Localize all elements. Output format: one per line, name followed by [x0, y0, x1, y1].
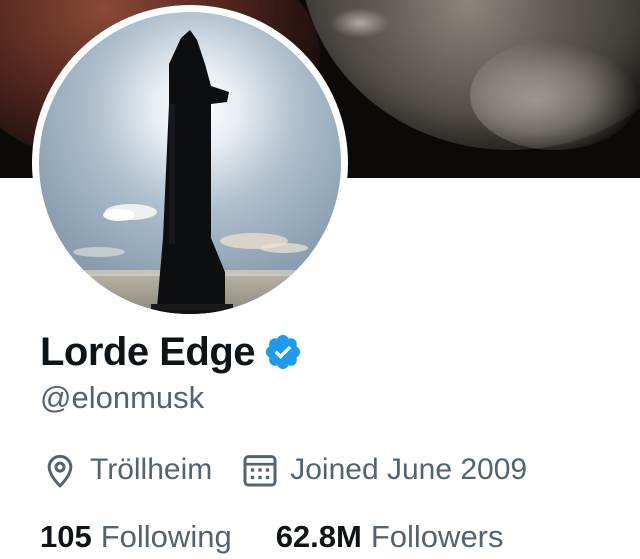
followers-label: Followers [370, 519, 504, 554]
verified-badge-icon[interactable] [263, 332, 303, 372]
joined-date-text: Joined June 2009 [290, 453, 528, 486]
profile-page: Lorde Edge @elonmusk Tröllheim Joined Ju… [0, 0, 640, 559]
followers-count: 62.8M [275, 519, 362, 554]
display-name: Lorde Edge [40, 329, 256, 374]
profile-avatar[interactable] [32, 5, 348, 321]
avatar-starship-image [39, 12, 341, 314]
joined-item: Joined June 2009 [240, 450, 527, 490]
profile-meta: Tröllheim Joined June 2009 [40, 448, 527, 492]
display-name-row: Lorde Edge [40, 322, 303, 382]
location-item: Tröllheim [40, 450, 212, 490]
username-handle: @elonmusk [40, 380, 205, 415]
followers-link[interactable]: 62.8M Followers [276, 519, 504, 555]
following-count: 105 [40, 519, 92, 554]
location-text: Tröllheim [90, 453, 213, 486]
location-pin-icon [40, 450, 80, 490]
calendar-icon [240, 450, 280, 490]
banner-planet-spot [330, 8, 390, 38]
avatar-image [39, 12, 341, 314]
following-link[interactable]: 105 Following [40, 519, 232, 555]
banner-planet-highlight [470, 40, 640, 150]
follow-stats: 105 Following 62.8M Followers [40, 512, 504, 559]
following-label: Following [100, 519, 232, 554]
